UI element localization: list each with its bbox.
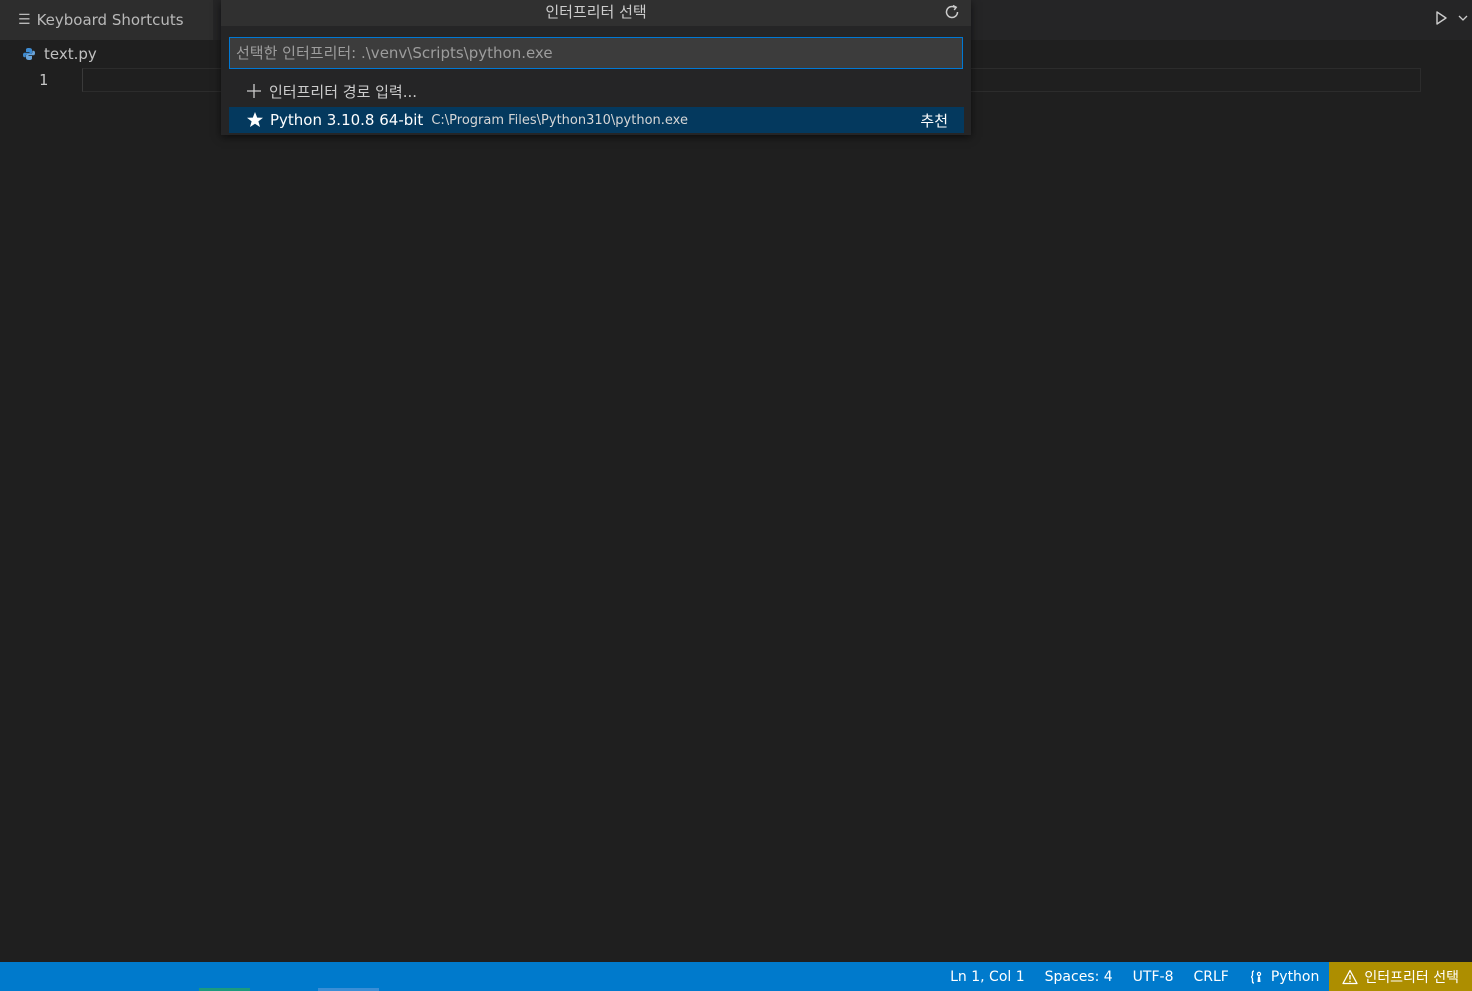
item-label: Python 3.10.8 64-bit	[270, 111, 424, 129]
tab-label: Keyboard Shortcuts	[36, 11, 184, 29]
item-description: C:\Program Files\Python310\python.exe	[431, 112, 688, 128]
python-file-icon	[22, 47, 36, 61]
run-python-file-button[interactable]	[1428, 3, 1454, 33]
status-bar: Ln 1, Col 1 Spaces: 4 UTF-8 CRLF Python …	[0, 962, 1472, 991]
breadcrumb-file[interactable]: text.py	[44, 45, 97, 63]
select-interpreter-warning[interactable]: 인터프리터 선택	[1329, 962, 1472, 991]
chevron-down-icon	[1458, 15, 1468, 21]
cursor-position[interactable]: Ln 1, Col 1	[940, 962, 1035, 991]
braces-icon	[1250, 969, 1262, 984]
end-of-line[interactable]: CRLF	[1183, 962, 1238, 991]
enter-interpreter-path-item[interactable]: 인터프리터 경로 입력...	[229, 78, 963, 104]
recommended-badge: 추천	[920, 111, 948, 130]
file-encoding[interactable]: UTF-8	[1123, 962, 1184, 991]
warning-icon	[1342, 969, 1359, 984]
editor-area[interactable]: 1	[0, 68, 1472, 962]
list-icon: ☰	[18, 12, 31, 28]
language-mode[interactable]: Python	[1239, 962, 1330, 991]
quick-pick-title: 인터프리터 선택	[221, 0, 971, 26]
line-number: 1	[38, 71, 48, 89]
warning-label: 인터프리터 선택	[1364, 969, 1459, 986]
plus-icon	[243, 83, 265, 99]
editor-actions	[1428, 0, 1472, 36]
refresh-icon	[945, 4, 959, 19]
language-label: Python	[1270, 968, 1320, 985]
interpreter-search-input[interactable]	[229, 37, 963, 69]
indentation-setting[interactable]: Spaces: 4	[1035, 962, 1123, 991]
play-icon	[1436, 11, 1447, 25]
refresh-button[interactable]	[941, 1, 963, 23]
star-icon	[244, 111, 266, 129]
tab-keyboard-shortcuts[interactable]: ☰ Keyboard Shortcuts	[0, 0, 213, 40]
interpreter-quick-pick: 인터프리터 선택 인터프리터 경로 입력... Python 3.10.8 64…	[221, 0, 971, 135]
run-dropdown-button[interactable]	[1454, 3, 1472, 33]
interpreter-option-python310[interactable]: Python 3.10.8 64-bit C:\Program Files\Py…	[229, 107, 964, 133]
item-label: 인터프리터 경로 입력...	[269, 82, 418, 101]
